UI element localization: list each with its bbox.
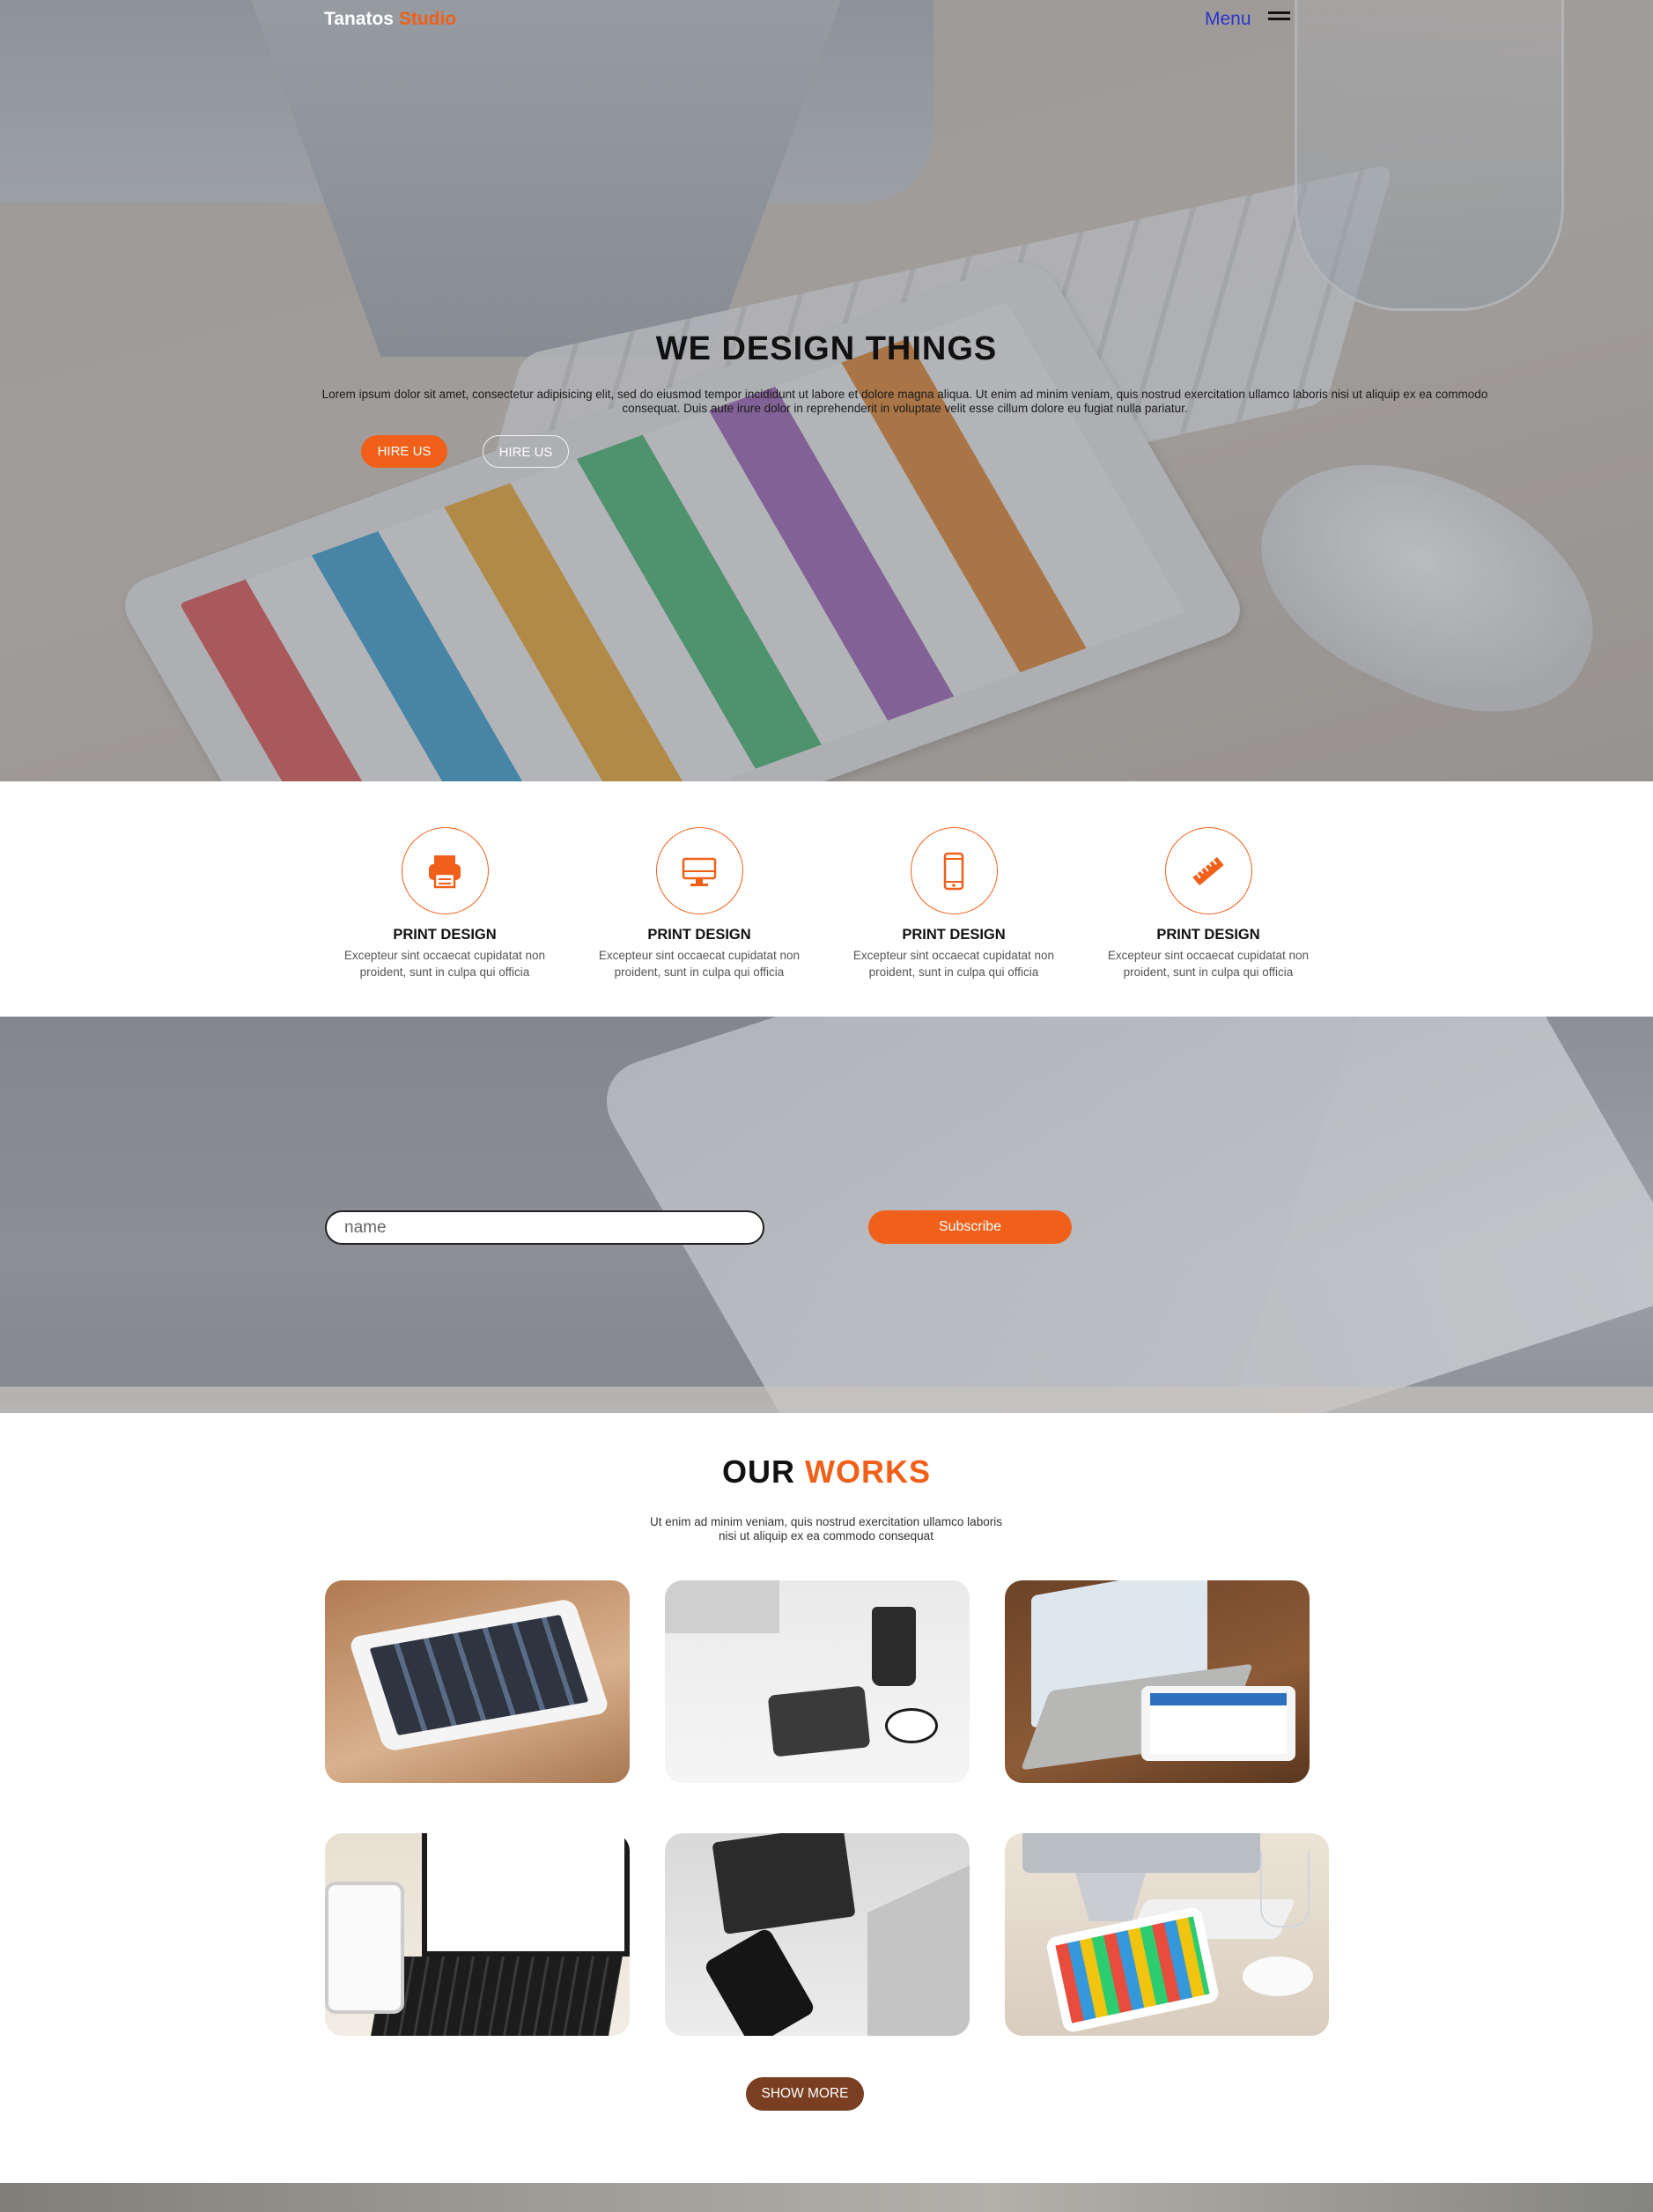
work-item-notebook-and-phone[interactable] [665,1833,970,2036]
works-title-accent: WORKS [805,1454,931,1490]
hero-text: Lorem ipsum dolor sit amet, consectetur … [321,388,1488,415]
subscribe-section [0,1017,1653,1413]
service-title: PRINT DESIGN [393,927,497,943]
subscribe-button[interactable]: Subscribe [868,1210,1072,1244]
hero-title: WE DESIGN THINGS [655,330,998,367]
show-more-button[interactable]: SHOW MORE [746,2077,864,2111]
hamburger-icon[interactable] [1268,11,1290,27]
menu-link[interactable]: Menu [1205,9,1251,30]
service-desc: Excepteur sint occaecat cupidatat non pr… [1107,949,1310,979]
works-title: OUR WORKS [0,1454,1653,1491]
ruler-pencil-icon [1164,827,1252,914]
service-desc: Excepteur sint occaecat cupidatat non pr… [852,949,1055,979]
work-item-desk-with-coffee[interactable] [665,1580,970,1783]
printer-icon [401,827,489,914]
monitor-icon [655,827,743,914]
brand-logo[interactable]: Tanatos Studio [324,9,456,30]
service-card: PRINT DESIGN Excepteur sint occaecat cup… [585,827,814,980]
works-title-main: OUR [721,1454,795,1490]
brand-main: Tanatos [324,9,394,29]
work-item-laptop-with-charts[interactable] [325,1833,630,2036]
subscribe-name-input[interactable] [325,1210,764,1245]
hire-us-button[interactable]: HIRE US [361,435,447,468]
service-card: PRINT DESIGN Excepteur sint occaecat cup… [1094,827,1323,980]
works-text: Ut enim ad minim veniam, quis nostrud ex… [650,1515,1002,1542]
service-card: PRINT DESIGN Excepteur sint occaecat cup… [330,827,559,980]
work-item-imac-and-ipad[interactable] [1005,1833,1329,2036]
brand-accent: Studio [398,9,457,29]
work-item-laptop-and-tablet[interactable] [1005,1580,1310,1783]
hire-us-outline-button[interactable]: HIRE US [483,435,569,468]
footer-background-image [0,2183,1653,2212]
service-desc: Excepteur sint occaecat cupidatat non pr… [598,949,801,979]
work-item-tablet-on-desk[interactable] [325,1580,630,1783]
service-desc: Excepteur sint occaecat cupidatat non pr… [343,949,546,979]
service-title: PRINT DESIGN [1156,927,1260,943]
service-card: PRINT DESIGN Excepteur sint occaecat cup… [839,827,1068,980]
services-section: PRINT DESIGN Excepteur sint occaecat cup… [0,781,1653,1017]
service-title: PRINT DESIGN [902,927,1006,943]
service-title: PRINT DESIGN [647,927,751,943]
mobile-phone-icon [910,827,998,914]
